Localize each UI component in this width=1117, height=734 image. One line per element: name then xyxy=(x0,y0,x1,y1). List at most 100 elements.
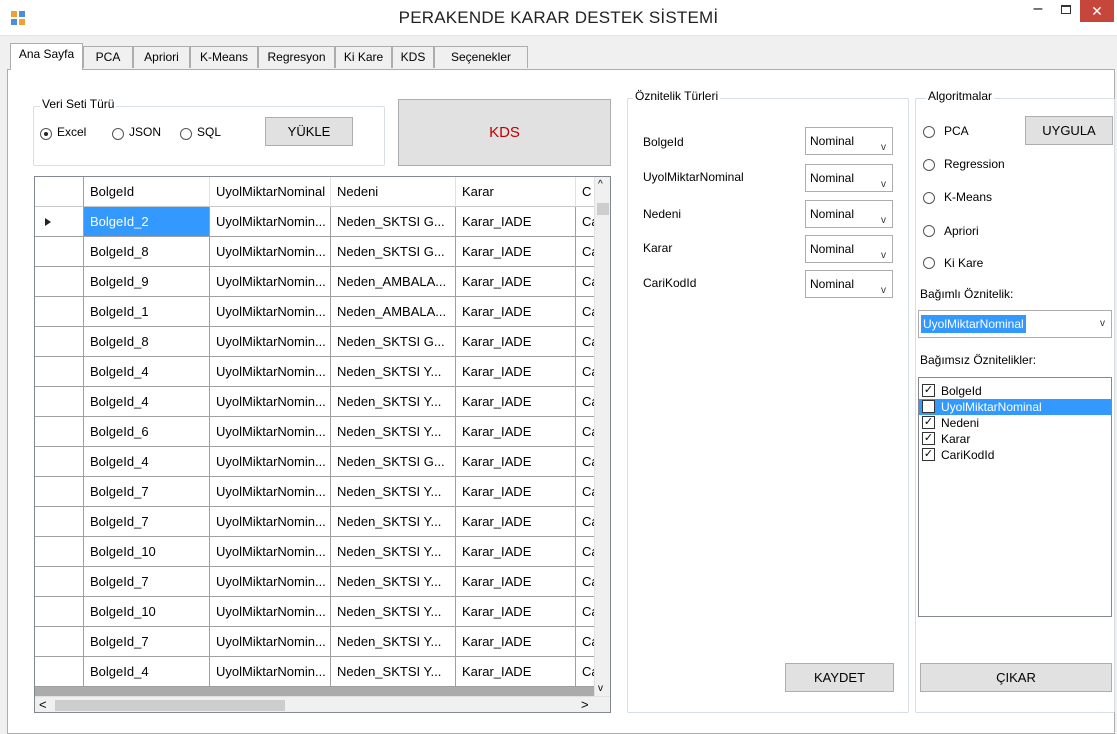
grid-cell[interactable]: Karar_IADE xyxy=(456,657,576,687)
grid-cell[interactable]: UyolMiktarNomin... xyxy=(210,357,331,387)
attr-type-select-bolgeid[interactable]: Nominal v xyxy=(805,127,893,155)
grid-cell[interactable]: UyolMiktarNomin... xyxy=(210,417,331,447)
radio-json[interactable] xyxy=(112,128,124,140)
grid-cell[interactable]: UyolMiktarNomin... xyxy=(210,597,331,627)
independent-attribute-item[interactable]: ✓ CariKodId xyxy=(919,447,1111,463)
grid-cell[interactable]: Karar_IADE xyxy=(456,357,576,387)
grid-cell[interactable]: Neden_SKTSI Y... xyxy=(331,567,456,597)
grid-cell[interactable]: BolgeId_6 xyxy=(84,417,210,447)
grid-cell[interactable]: UyolMiktarNomin... xyxy=(210,207,331,237)
independent-attributes-list[interactable]: ✓ BolgeId UyolMiktarNominal ✓ Nedeni ✓ Karar ✓ C… xyxy=(918,377,1112,617)
vertical-scroll-thumb[interactable] xyxy=(597,203,609,215)
grid-cell[interactable]: BolgeId_10 xyxy=(84,537,210,567)
grid-cell[interactable]: UyolMiktarNomin... xyxy=(210,237,331,267)
grid-cell[interactable]: UyolMiktarNomin... xyxy=(210,327,331,357)
attr-type-select-nedeni[interactable]: Nominal v xyxy=(805,200,893,228)
grid-column-header[interactable]: UyolMiktarNominal xyxy=(210,177,331,207)
grid-cell[interactable]: Karar_IADE xyxy=(456,387,576,417)
grid-cell[interactable]: BolgeId_8 xyxy=(84,327,210,357)
grid-cell[interactable]: UyolMiktarNomin... xyxy=(210,297,331,327)
grid-cell[interactable]: Karar_IADE xyxy=(456,327,576,357)
grid-cell[interactable]: UyolMiktarNomin... xyxy=(210,567,331,597)
grid-column-header[interactable]: Karar xyxy=(456,177,576,207)
grid-cell[interactable]: Karar_IADE xyxy=(456,597,576,627)
grid-cell[interactable]: UyolMiktarNomin... xyxy=(210,627,331,657)
grid-cell[interactable]: Neden_SKTSI Y... xyxy=(331,387,456,417)
grid-column-header[interactable]: Nedeni xyxy=(331,177,456,207)
grid-cell[interactable]: BolgeId_8 xyxy=(84,237,210,267)
grid-cell[interactable]: UyolMiktarNomin... xyxy=(210,387,331,417)
grid-cell[interactable]: BolgeId_4 xyxy=(84,447,210,477)
grid-cell[interactable]: BolgeId_4 xyxy=(84,357,210,387)
tab-k-means[interactable]: K-Means xyxy=(190,46,258,68)
grid-cell[interactable]: BolgeId_9 xyxy=(84,267,210,297)
tab-regresyon[interactable]: Regresyon xyxy=(258,46,335,68)
grid-cell[interactable]: BolgeId_4 xyxy=(84,387,210,417)
grid-horizontal-scrollbar[interactable]: < > xyxy=(35,696,610,712)
grid-cell[interactable]: Karar_IADE xyxy=(456,477,576,507)
grid-cell[interactable]: Karar_IADE xyxy=(456,447,576,477)
grid-cell[interactable]: Karar_IADE xyxy=(456,417,576,447)
grid-column-header[interactable]: BolgeId xyxy=(84,177,210,207)
grid-cell[interactable]: UyolMiktarNomin... xyxy=(210,477,331,507)
grid-cell[interactable]: Karar_IADE xyxy=(456,267,576,297)
grid-cell[interactable]: BolgeId_4 xyxy=(84,657,210,687)
grid-cell[interactable]: Neden_SKTSI Y... xyxy=(331,357,456,387)
grid-cell[interactable]: BolgeId_7 xyxy=(84,507,210,537)
radio-apriori[interactable] xyxy=(923,225,935,237)
checkbox-checked-icon[interactable]: ✓ xyxy=(922,384,935,397)
grid-row-header[interactable] xyxy=(35,417,84,447)
grid-cell[interactable]: BolgeId_7 xyxy=(84,477,210,507)
grid-cell[interactable]: Neden_AMBALA... xyxy=(331,297,456,327)
grid-row-header[interactable] xyxy=(35,297,84,327)
grid-cell[interactable]: UyolMiktarNomin... xyxy=(210,537,331,567)
grid-row-header[interactable] xyxy=(35,627,84,657)
tab-pca[interactable]: PCA xyxy=(83,46,133,68)
grid-cell[interactable]: BolgeId_2 xyxy=(84,207,210,237)
kds-button[interactable]: KDS xyxy=(398,99,611,166)
radio-regression[interactable] xyxy=(923,159,935,171)
grid-cell[interactable]: Karar_IADE xyxy=(456,627,576,657)
grid-cell[interactable]: Karar_IADE xyxy=(456,567,576,597)
grid-row-header[interactable] xyxy=(35,237,84,267)
data-grid[interactable]: BolgeId UyolMiktarNominal Nedeni Karar C Bolg… xyxy=(34,176,611,713)
grid-row-header[interactable] xyxy=(35,537,84,567)
tab-apriori[interactable]: Apriori xyxy=(133,46,190,68)
grid-cell[interactable]: Neden_AMBALA... xyxy=(331,267,456,297)
radio-excel[interactable] xyxy=(40,128,52,140)
grid-cell[interactable]: Karar_IADE xyxy=(456,207,576,237)
grid-row-header[interactable] xyxy=(35,387,84,417)
grid-cell[interactable]: Neden_SKTSI Y... xyxy=(331,597,456,627)
grid-row-header[interactable] xyxy=(35,477,84,507)
grid-cell[interactable]: Neden_SKTSI Y... xyxy=(331,657,456,687)
load-button[interactable]: YÜKLE xyxy=(265,117,353,146)
grid-cell[interactable]: Neden_SKTSI Y... xyxy=(331,537,456,567)
scroll-right-icon[interactable]: > xyxy=(581,697,589,712)
grid-cell[interactable]: Neden_SKTSI Y... xyxy=(331,417,456,447)
checkbox-unchecked-icon[interactable] xyxy=(922,400,935,413)
grid-cell[interactable]: UyolMiktarNomin... xyxy=(210,507,331,537)
grid-cell[interactable]: UyolMiktarNomin... xyxy=(210,657,331,687)
grid-cell[interactable]: Neden_SKTSI G... xyxy=(331,327,456,357)
attr-type-select-uyolmiktarnominal[interactable]: Nominal v xyxy=(805,164,893,192)
grid-row-header[interactable] xyxy=(35,447,84,477)
scroll-down-icon[interactable]: v xyxy=(598,683,603,694)
grid-cell[interactable]: BolgeId_7 xyxy=(84,627,210,657)
grid-row-header[interactable] xyxy=(35,567,84,597)
grid-cell[interactable]: UyolMiktarNomin... xyxy=(210,267,331,297)
grid-cell[interactable]: BolgeId_10 xyxy=(84,597,210,627)
grid-cell[interactable]: Neden_SKTSI G... xyxy=(331,447,456,477)
grid-row-header[interactable] xyxy=(35,657,84,687)
tab-ana-sayfa[interactable]: Ana Sayfa xyxy=(10,43,83,70)
grid-row-header[interactable] xyxy=(35,357,84,387)
save-button[interactable]: KAYDET xyxy=(785,663,894,692)
grid-cell[interactable]: Karar_IADE xyxy=(456,297,576,327)
grid-row-header[interactable] xyxy=(35,327,84,357)
grid-cell[interactable]: BolgeId_1 xyxy=(84,297,210,327)
grid-row-header[interactable] xyxy=(35,597,84,627)
attr-type-select-karar[interactable]: Nominal v xyxy=(805,235,893,263)
grid-cell[interactable]: Neden_SKTSI Y... xyxy=(331,507,456,537)
grid-vertical-scrollbar[interactable]: ^ v xyxy=(594,177,610,696)
grid-cell[interactable]: Karar_IADE xyxy=(456,537,576,567)
grid-cell[interactable]: Neden_SKTSI Y... xyxy=(331,477,456,507)
